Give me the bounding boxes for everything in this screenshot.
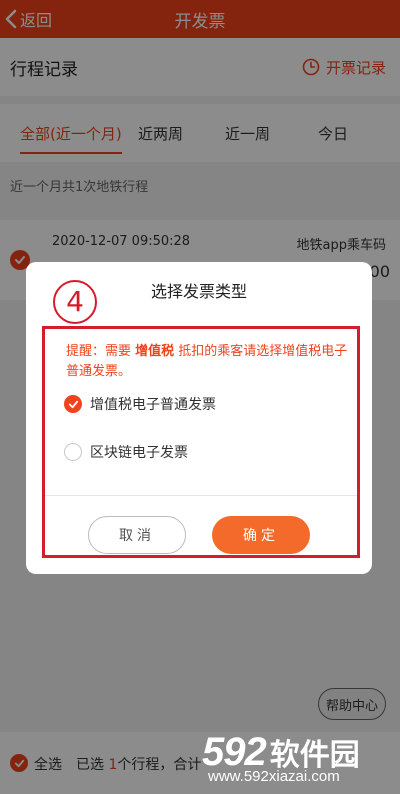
notice-bold: 增值税 — [135, 344, 175, 359]
cancel-button[interactable]: 取消 — [88, 516, 186, 554]
option-vat-invoice[interactable]: 增值税电子普通发票 — [64, 394, 216, 414]
confirm-button[interactable]: 确定 — [212, 516, 310, 554]
notice-prefix: 提醒：需要 — [66, 344, 136, 359]
radio-unchecked-icon[interactable] — [64, 443, 82, 461]
site-watermark: 592 软件园 www.592xiazai.com — [196, 726, 396, 792]
option-blockchain-invoice[interactable]: 区块链电子发票 — [64, 442, 188, 462]
radio-checked-icon[interactable] — [64, 395, 82, 413]
step-number-badge: 4 — [53, 280, 97, 324]
invoice-type-dialog: 选择发票类型 4 提醒：需要 增值税 抵扣的乘客请选择增值税电子普通发票。 增值… — [26, 262, 372, 574]
invoice-notice: 提醒：需要 增值税 抵扣的乘客请选择增值税电子普通发票。 — [66, 342, 356, 382]
option-label: 增值税电子普通发票 — [90, 397, 216, 413]
option-label: 区块链电子发票 — [90, 445, 188, 461]
dialog-divider — [45, 495, 357, 496]
watermark-url: www.592xiazai.com — [208, 768, 340, 785]
